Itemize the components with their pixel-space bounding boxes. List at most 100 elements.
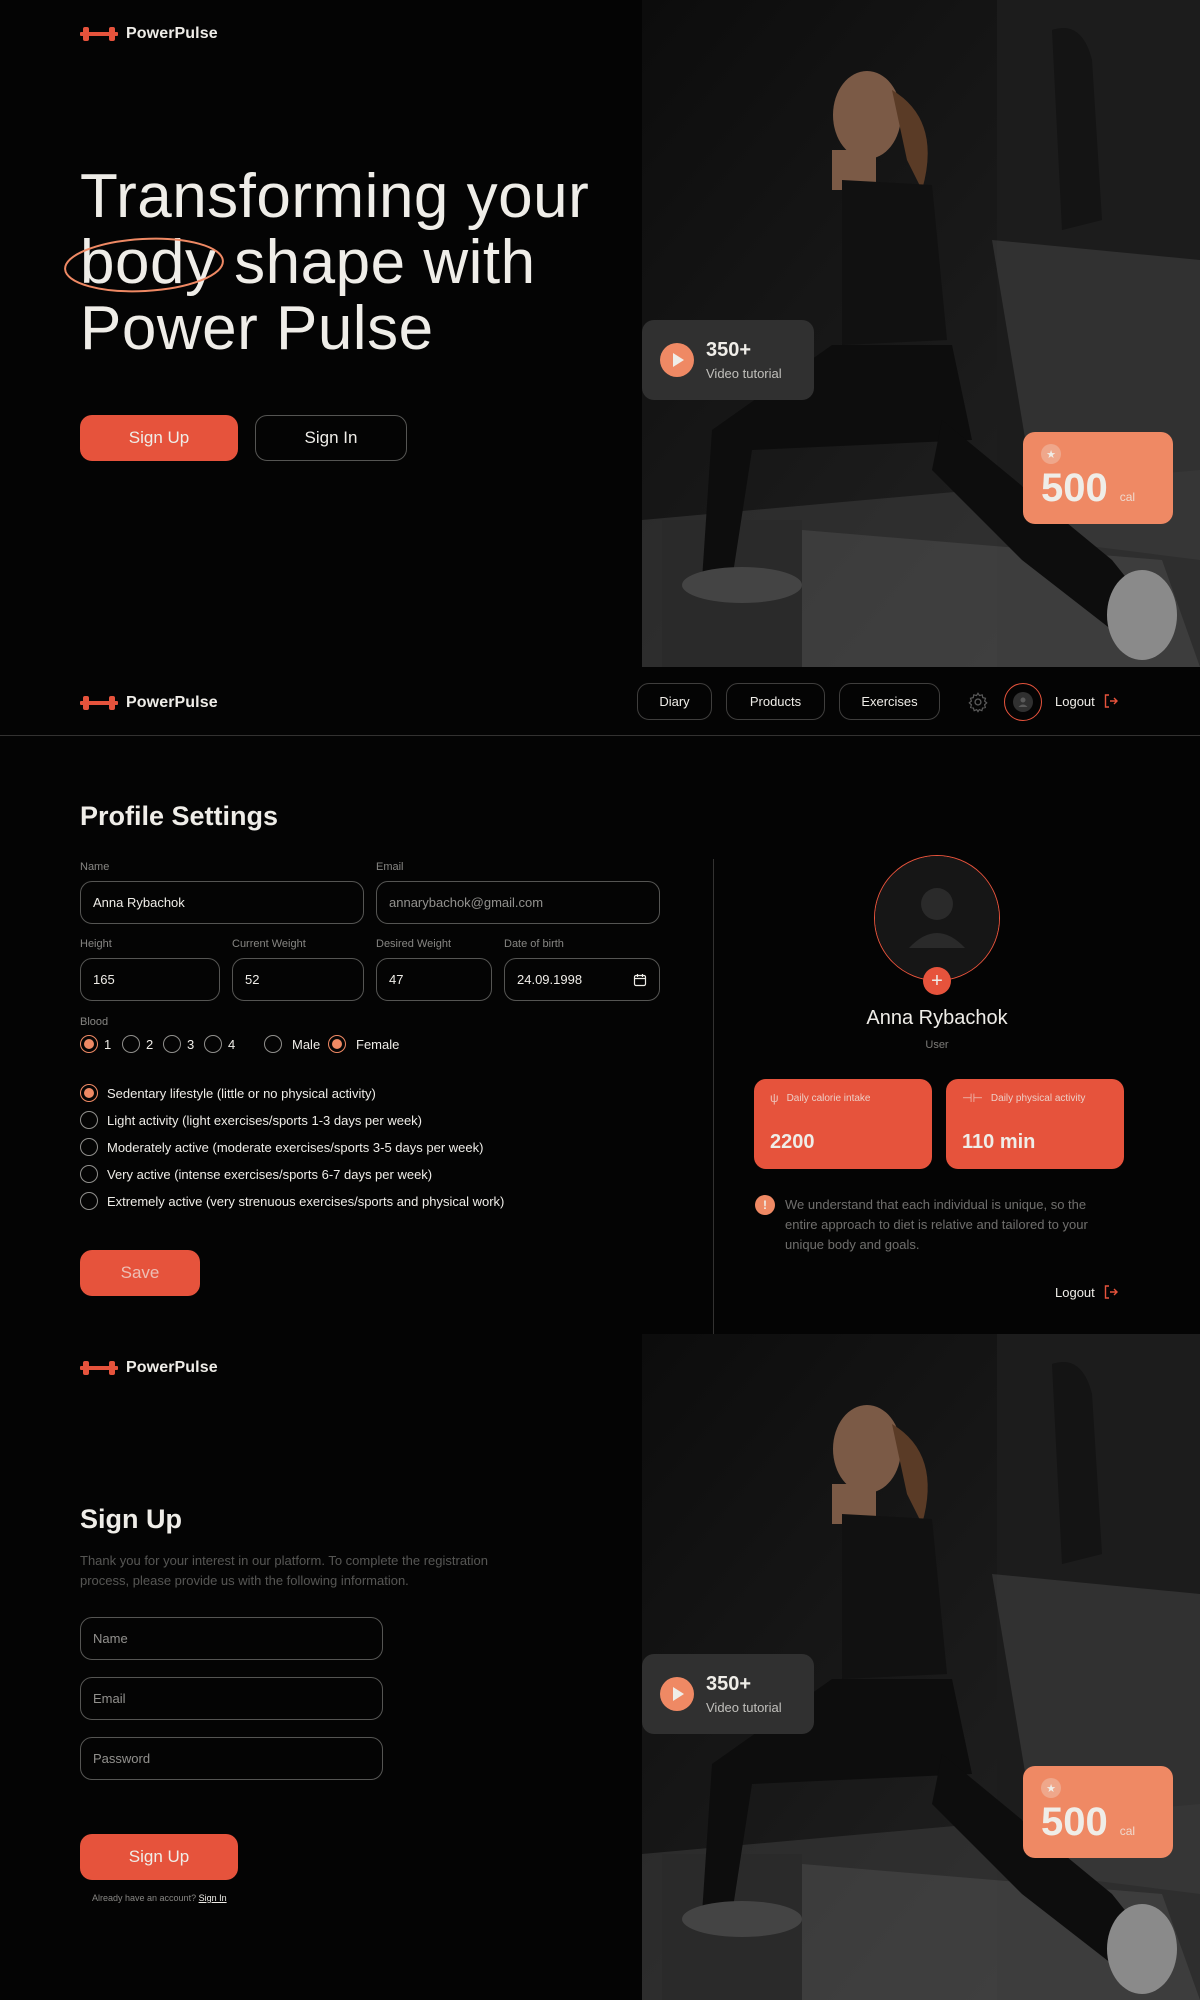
signup-submit-button[interactable]: Sign Up [80,1834,238,1880]
radio-icon[interactable] [163,1035,181,1053]
birth-field[interactable]: 24.09.1998 [504,958,660,1001]
logout-label: Logout [1055,693,1095,709]
calories-value: 500 [1041,1800,1108,1844]
hero-title-line1: Transforming your [80,162,590,231]
header-divider [0,735,1200,736]
nav-diary[interactable]: Diary [637,683,712,720]
physical-activity-value: 110 min [962,1131,1036,1153]
signup-email-input[interactable]: Email [80,1677,383,1720]
signup-title: Sign Up [80,1504,182,1534]
blood-option-4[interactable]: 4 [204,1035,235,1053]
desired-weight-field[interactable]: 47 [376,958,492,1001]
brand-logo[interactable]: PowerPulse [80,25,218,43]
brand-name: PowerPulse [126,1359,218,1376]
radio-icon[interactable] [80,1192,98,1210]
name-field[interactable]: Anna Rybachok [80,881,364,924]
physical-activity-label: Daily physical activity [990,1092,1086,1104]
hero-signin-button[interactable]: Sign In [255,415,407,461]
tutorial-count: 350+ [706,339,752,361]
profile-logout[interactable]: Logout [1055,1284,1119,1300]
hero-section: PowerPulse Transforming your body shape … [0,0,1200,667]
page-title: Profile Settings [80,801,279,831]
radio-icon[interactable] [80,1035,98,1053]
blood-option-3[interactable]: 3 [163,1035,194,1053]
hero-title-line3: Power Pulse [80,294,434,363]
logout-icon [1104,694,1118,708]
play-icon[interactable] [660,343,694,377]
signup-name-input[interactable]: Name [80,1617,383,1660]
activity-option-5[interactable]: Extremely active (very strenuous exercis… [80,1192,504,1210]
radio-icon[interactable] [80,1138,98,1156]
calorie-intake-card: ψ Daily calorie intake 2200 [754,1079,932,1169]
logout-label: Logout [1055,1284,1095,1300]
radio-icon[interactable] [204,1035,222,1053]
info-icon: ! [755,1195,775,1215]
email-field[interactable]: annarybachok@gmail.com [376,881,660,924]
dumbbell-icon: ⊣⊢ [962,1091,983,1105]
tutorial-card[interactable]: 350+ Video tutorial [642,320,814,400]
signup-password-input[interactable]: Password [80,1737,383,1780]
blood-option-1[interactable]: 1 [80,1035,111,1053]
info-note: ! We understand that each individual is … [755,1195,1105,1255]
hero-title-line2: shape with [216,228,536,297]
birth-label: Date of birth [504,938,564,950]
brand-name: PowerPulse [126,25,218,42]
activity-option-2[interactable]: Light activity (light exercises/sports 1… [80,1111,422,1129]
radio-icon[interactable] [80,1084,98,1102]
running-icon: ★ [1041,444,1061,464]
add-photo-icon[interactable]: + [923,967,951,995]
avatar-placeholder-icon [875,856,999,980]
calories-value: 500 [1041,466,1108,510]
dumbbell-icon [80,26,118,42]
scribble-circle-icon [64,237,224,293]
radio-icon[interactable] [328,1035,346,1053]
tutorial-label: Video tutorial [706,1700,782,1715]
save-button[interactable]: Save [80,1250,200,1296]
tutorial-card[interactable]: 350+ Video tutorial [642,1654,814,1734]
calendar-icon[interactable] [633,973,647,987]
user-avatar-button[interactable] [1004,683,1042,721]
info-text: We understand that each individual is un… [785,1197,1088,1252]
birth-value: 24.09.1998 [517,972,583,987]
blood-label: Blood [80,1016,109,1028]
header-logout[interactable]: Logout [1055,693,1119,709]
signin-prompt-text: Already have an account? [92,1893,199,1903]
hero-title: Transforming your body shape with Power … [64,162,620,363]
gear-icon[interactable] [967,691,989,713]
hero-title-circled-word: body [64,230,224,296]
running-icon: ★ [1041,1778,1061,1798]
section-divider [713,859,714,1334]
brand-name: PowerPulse [126,694,218,711]
calories-unit: cal [1119,1824,1136,1838]
calories-card: ★ 500 cal [1023,1766,1173,1858]
profile-role: User [925,1039,949,1051]
name-label: Name [80,861,110,873]
radio-icon[interactable] [80,1165,98,1183]
signin-link[interactable]: Sign In [199,1893,227,1903]
brand-logo[interactable]: PowerPulse [80,1359,218,1377]
calories-card: ★ 500 cal [1023,432,1173,524]
profile-name: Anna Rybachok [866,1007,1008,1029]
radio-icon[interactable] [264,1035,282,1053]
header-logo[interactable]: PowerPulse [80,694,218,712]
nav-products[interactable]: Products [726,683,825,720]
nav-exercises[interactable]: Exercises [839,683,940,720]
tutorial-label: Video tutorial [706,366,782,381]
sex-option-male[interactable]: Male [264,1035,320,1053]
height-label: Height [80,938,112,950]
radio-icon[interactable] [80,1111,98,1129]
current-weight-field[interactable]: 52 [232,958,364,1001]
signin-prompt: Already have an account? Sign In [92,1893,227,1903]
sex-option-female[interactable]: Female [328,1035,399,1053]
radio-icon[interactable] [122,1035,140,1053]
activity-option-4[interactable]: Very active (intense exercises/sports 6-… [80,1165,432,1183]
hero-signup-button[interactable]: Sign Up [80,415,238,461]
activity-option-1[interactable]: Sedentary lifestyle (little or no physic… [80,1084,376,1102]
email-label: Email [376,861,404,873]
play-icon[interactable] [660,1677,694,1711]
fork-knife-icon: ψ [770,1091,779,1105]
activity-option-3[interactable]: Moderately active (moderate exercises/sp… [80,1138,483,1156]
blood-option-2[interactable]: 2 [122,1035,153,1053]
profile-section: PowerPulse Diary Products Exercises Logo… [0,667,1200,1334]
height-field[interactable]: 165 [80,958,220,1001]
